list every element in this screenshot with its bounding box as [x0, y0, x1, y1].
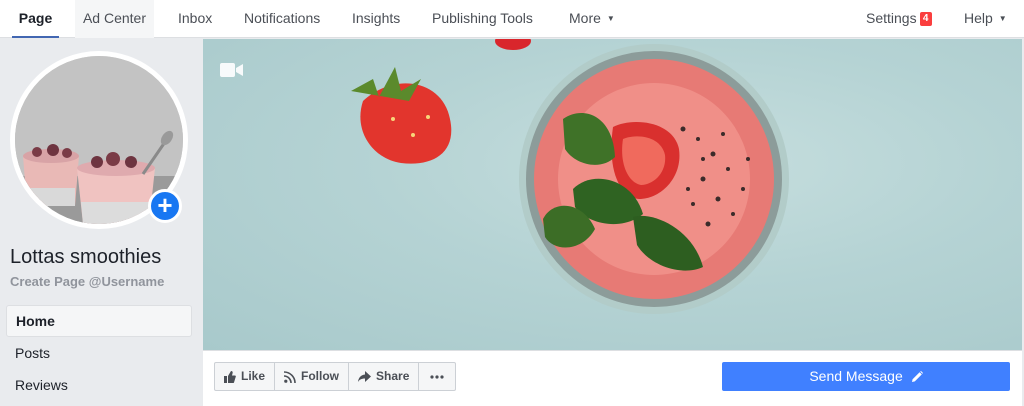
tab-page-label: Page	[18, 10, 53, 26]
plus-icon: +	[157, 190, 173, 220]
ellipsis-icon	[430, 374, 444, 379]
sidebar-item-label: Home	[16, 313, 55, 329]
tab-settings-label: Settings	[866, 10, 917, 26]
tab-ad-center[interactable]: Ad Center	[75, 0, 154, 38]
sidebar-item-label: Posts	[15, 345, 51, 361]
share-arrow-icon	[358, 370, 372, 382]
page-action-buttons: Like Follow Share	[214, 362, 457, 391]
send-message-button[interactable]: Send Message	[722, 362, 1010, 391]
tab-help-label: Help	[964, 10, 993, 26]
send-message-label: Send Message	[809, 368, 903, 384]
page-action-bar: Like Follow Share Send Message	[203, 350, 1022, 406]
tab-inbox-label: Inbox	[178, 10, 213, 26]
caret-down-icon: ▼	[998, 14, 1007, 23]
create-username-link[interactable]: Create Page @Username	[10, 274, 164, 289]
tab-insights-label: Insights	[352, 10, 401, 26]
tab-page[interactable]: Page	[12, 0, 59, 38]
tab-inbox[interactable]: Inbox	[178, 0, 212, 38]
share-button[interactable]: Share	[348, 362, 420, 391]
tab-ad-center-label: Ad Center	[82, 10, 147, 26]
share-button-label: Share	[376, 369, 410, 383]
tab-more[interactable]: More ▼	[569, 0, 615, 38]
tab-publishing-tools-label: Publishing Tools	[432, 10, 533, 26]
sidebar-item-home[interactable]: Home	[6, 305, 192, 337]
tab-more-label: More	[569, 10, 601, 26]
tab-notifications-label: Notifications	[244, 10, 321, 26]
tab-help[interactable]: Help ▼	[964, 0, 1007, 38]
settings-notification-badge: 4	[919, 12, 932, 26]
tab-insights[interactable]: Insights	[352, 0, 400, 38]
more-actions-button[interactable]	[418, 362, 457, 391]
tab-publishing-tools[interactable]: Publishing Tools	[432, 0, 533, 38]
tab-notifications[interactable]: Notifications	[244, 0, 320, 38]
sidebar-item-posts[interactable]: Posts	[6, 337, 192, 369]
tab-settings[interactable]: Settings 4	[866, 0, 932, 38]
page-top-nav: Page Ad Center Inbox Notifications Insig…	[0, 0, 1024, 38]
caret-down-icon: ▼	[606, 14, 615, 23]
sidebar-item-reviews[interactable]: Reviews	[6, 369, 192, 401]
follow-button[interactable]: Follow	[274, 362, 350, 391]
thumbs-up-icon	[224, 370, 236, 383]
cover-photo-image	[351, 39, 789, 314]
like-button-label: Like	[241, 369, 266, 383]
video-camera-icon[interactable]	[220, 62, 244, 83]
sidebar-nav: Home Posts Reviews	[6, 305, 192, 401]
rss-icon	[284, 370, 296, 383]
cover-photo[interactable]	[203, 39, 1022, 350]
page-name: Lottas smoothies	[10, 246, 162, 268]
left-column: + Lottas smoothies Create Page @Username…	[0, 39, 202, 406]
follow-button-label: Follow	[301, 369, 340, 383]
like-button[interactable]: Like	[214, 362, 276, 391]
add-profile-photo-button[interactable]: +	[148, 189, 182, 223]
pencil-icon	[911, 371, 923, 382]
sidebar-item-label: Reviews	[15, 377, 68, 393]
